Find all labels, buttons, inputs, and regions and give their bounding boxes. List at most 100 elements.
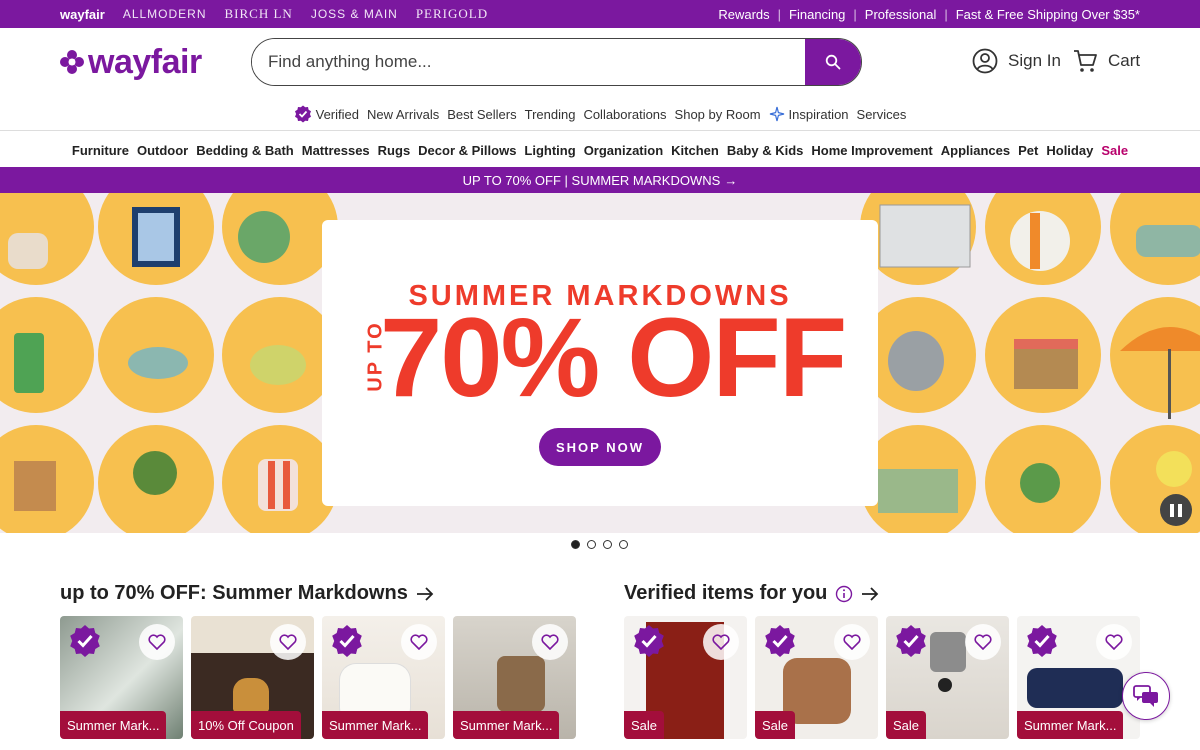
- professional-link[interactable]: Professional: [865, 7, 937, 22]
- pause-button[interactable]: [1160, 494, 1192, 526]
- subnav-label: Verified: [315, 106, 359, 122]
- category-kitchen[interactable]: Kitchen: [671, 143, 719, 158]
- category-rugs[interactable]: Rugs: [378, 143, 411, 158]
- product-tile[interactable]: Sale: [755, 616, 878, 739]
- favorite-button[interactable]: [532, 624, 568, 660]
- brand-allmodern[interactable]: ALLMODERN: [123, 7, 207, 21]
- tile-label: Summer Mark...: [453, 711, 560, 739]
- carousel-dot-4[interactable]: [619, 540, 628, 549]
- cart-button[interactable]: Cart: [1072, 48, 1140, 74]
- shipping-link[interactable]: Fast & Free Shipping Over $35*: [956, 7, 1140, 22]
- product-tile[interactable]: Summer Mark...: [60, 616, 183, 739]
- carousel-dot-3[interactable]: [603, 540, 612, 549]
- tile-label: Summer Mark...: [60, 711, 167, 739]
- user-icon: [972, 48, 998, 74]
- brand-wayfair[interactable]: wayfair: [60, 7, 105, 22]
- product-image: [497, 656, 545, 712]
- brand-joss-and-main[interactable]: JOSS & MAIN: [311, 7, 398, 21]
- product-image: [1027, 668, 1123, 708]
- category-holiday[interactable]: Holiday: [1046, 143, 1093, 158]
- verified-icon: [634, 625, 664, 657]
- carousel-indicators: [571, 540, 628, 549]
- tile-label: Summer Mark...: [1017, 711, 1124, 739]
- section-title: Verified items for you: [624, 582, 828, 604]
- product-tile[interactable]: Summer Mark...: [453, 616, 576, 739]
- favorite-button[interactable]: [401, 624, 437, 660]
- search-icon: [825, 54, 841, 70]
- category-outdoor[interactable]: Outdoor: [137, 143, 188, 158]
- carousel-dot-1[interactable]: [571, 540, 580, 549]
- brand-perigold[interactable]: PERIGOLD: [416, 6, 488, 22]
- hero-banner[interactable]: SUMMER MARKDOWNS UP TO 70% OFF SHOP NOW: [0, 193, 1200, 533]
- sign-in-label: Sign In: [1008, 51, 1061, 70]
- pause-icon: [1170, 503, 1174, 517]
- logo-mark-icon: [60, 50, 84, 74]
- favorite-button[interactable]: [965, 624, 1001, 660]
- sign-in-button[interactable]: Sign In: [972, 48, 1061, 74]
- verified-icon: [896, 625, 926, 657]
- product-tile[interactable]: Sale: [886, 616, 1009, 739]
- search-button[interactable]: [805, 39, 861, 85]
- product-tile[interactable]: Sale: [624, 616, 747, 739]
- product-image: [930, 632, 966, 672]
- info-icon[interactable]: [835, 585, 853, 603]
- markdowns-section-link[interactable]: up to 70% OFF: Summer Markdowns: [60, 582, 434, 605]
- wayfair-logo[interactable]: wayfair: [60, 44, 202, 80]
- favorite-button[interactable]: [703, 624, 739, 660]
- category-lighting[interactable]: Lighting: [524, 143, 575, 158]
- subnav-collaborations[interactable]: Collaborations: [583, 107, 666, 122]
- heart-icon: [974, 634, 992, 650]
- verified-section-link[interactable]: Verified items for you: [624, 582, 879, 605]
- promo-banner-link[interactable]: UP TO 70% OFF | SUMMER MARKDOWNS →: [0, 167, 1200, 193]
- heart-icon: [1105, 634, 1123, 650]
- subnav-best-sellers[interactable]: Best Sellers: [447, 107, 516, 122]
- subnav-shop-by-room[interactable]: Shop by Room: [675, 107, 761, 122]
- category-decor-pillows[interactable]: Decor & Pillows: [418, 143, 516, 158]
- tile-label: Sale: [886, 711, 927, 739]
- search-input[interactable]: [252, 39, 805, 85]
- category-pet[interactable]: Pet: [1018, 143, 1038, 158]
- category-nav: Furniture Outdoor Bedding & Bath Mattres…: [0, 138, 1200, 162]
- divider: |: [777, 6, 782, 22]
- category-organization[interactable]: Organization: [584, 143, 663, 158]
- heart-icon: [279, 634, 297, 650]
- favorite-button[interactable]: [139, 624, 175, 660]
- category-home-improvement[interactable]: Home Improvement: [811, 143, 932, 158]
- brand-birch-lane[interactable]: BIRCH LN: [225, 6, 293, 22]
- rewards-link[interactable]: Rewards: [718, 7, 769, 22]
- category-bedding-bath[interactable]: Bedding & Bath: [196, 143, 294, 158]
- arrow-right-icon: [416, 586, 434, 601]
- favorite-button[interactable]: [270, 624, 306, 660]
- category-mattresses[interactable]: Mattresses: [302, 143, 370, 158]
- cart-label: Cart: [1108, 51, 1141, 70]
- favorite-button[interactable]: [834, 624, 870, 660]
- product-image: [938, 678, 952, 692]
- product-tile[interactable]: Summer Mark...: [1017, 616, 1140, 739]
- category-appliances[interactable]: Appliances: [941, 143, 1010, 158]
- favorite-button[interactable]: [1096, 624, 1132, 660]
- heart-icon: [148, 634, 166, 650]
- shop-now-button[interactable]: SHOP NOW: [539, 428, 661, 466]
- verified-icon: [765, 625, 795, 657]
- secondary-nav: Verified New Arrivals Best Sellers Trend…: [0, 100, 1200, 128]
- subnav-new-arrivals[interactable]: New Arrivals: [367, 107, 439, 122]
- tile-label: Sale: [755, 711, 796, 739]
- subnav-inspiration[interactable]: Inspiration: [769, 106, 849, 122]
- divider: |: [853, 6, 857, 22]
- subnav-trending[interactable]: Trending: [525, 107, 576, 122]
- category-sale[interactable]: Sale: [1101, 143, 1128, 158]
- chat-button[interactable]: [1122, 672, 1170, 720]
- heart-icon: [843, 634, 861, 650]
- heart-icon: [410, 634, 428, 650]
- subnav-services[interactable]: Services: [857, 107, 907, 122]
- brand-links: wayfair ALLMODERN BIRCH LN JOSS & MAIN P…: [60, 0, 488, 28]
- category-baby-kids[interactable]: Baby & Kids: [727, 143, 804, 158]
- product-tile[interactable]: Summer Mark...: [322, 616, 445, 739]
- financing-link[interactable]: Financing: [789, 7, 845, 22]
- carousel-dot-2[interactable]: [587, 540, 596, 549]
- subnav-verified[interactable]: Verified: [294, 105, 359, 123]
- logo-wordmark: wayfair: [88, 43, 202, 81]
- arrow-right-icon: [862, 586, 879, 601]
- category-furniture[interactable]: Furniture: [72, 143, 129, 158]
- product-tile[interactable]: 10% Off Coupon: [191, 616, 314, 739]
